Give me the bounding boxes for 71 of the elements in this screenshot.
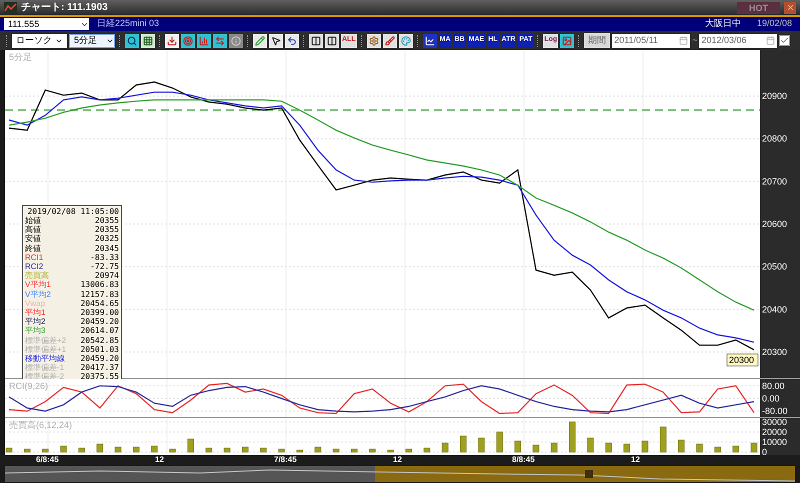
- info-value: 13006.83: [80, 280, 119, 290]
- panel-label: 5分足: [9, 52, 32, 62]
- axis-label: 20500: [762, 262, 788, 272]
- time-label: 8/8:45: [512, 455, 535, 465]
- end-date-field[interactable]: 2012/03/06: [699, 34, 778, 48]
- info-label: 高値: [25, 225, 41, 234]
- info-value: 20974: [94, 271, 119, 280]
- axis-label: 20400: [762, 304, 788, 314]
- info-value: 20542.85: [80, 336, 119, 345]
- info-label: Vwap: [25, 298, 46, 308]
- axis-label: 0: [762, 447, 768, 455]
- info-label: 標準偏差-1: [25, 363, 64, 372]
- info-value: 20417.37: [80, 363, 119, 372]
- axis-label: 20900: [762, 91, 788, 102]
- panel-label: RCI(9,26): [9, 381, 48, 391]
- instrument-name: 日経225mini 03: [97, 17, 160, 30]
- info-label: 始値: [25, 216, 41, 225]
- info-label: V平均2: [25, 290, 51, 299]
- axis-label: 20800: [762, 134, 788, 144]
- info-value: 20399.00: [80, 308, 119, 318]
- info-label: 移動平均線: [25, 354, 65, 364]
- info-value: 20501.03: [80, 344, 119, 354]
- info-value: -72.75: [90, 262, 119, 272]
- info-label: 標準偏差+2: [25, 336, 66, 345]
- info-value: 20355: [94, 225, 119, 234]
- info-label: 安値: [25, 234, 41, 244]
- info-label: 終値: [25, 244, 41, 253]
- interval-select[interactable]: 5分足: [69, 34, 115, 48]
- axis-label: 20300: [762, 346, 788, 357]
- info-label: 標準偏差+1: [25, 344, 66, 354]
- window-title: チャート: 111.1903: [21, 1, 108, 15]
- info-value: -83.33: [90, 252, 119, 262]
- info-value: 20459.20: [80, 354, 119, 364]
- info-value: 12157.83: [80, 290, 119, 299]
- axis-label: 20700: [762, 176, 788, 186]
- axis-label: 20000: [762, 426, 788, 437]
- date-label: 19/02/08: [756, 17, 792, 30]
- info-value: 20325: [94, 234, 119, 244]
- axis-label: 80.00: [762, 380, 785, 391]
- info-value: 20375.55: [80, 372, 119, 382]
- info-value: 20454.65: [80, 298, 119, 308]
- time-label: 7/8:45: [274, 455, 297, 465]
- info-value: 20459.20: [80, 317, 119, 326]
- symbol-combo[interactable]: 111.555: [4, 18, 89, 30]
- info-header: 2019/02/08 11:05:00: [26, 207, 119, 216]
- axis-label: 30000: [762, 418, 788, 427]
- time-label: 6/8:45: [36, 455, 59, 465]
- period-button[interactable]: 期間: [584, 33, 610, 48]
- start-date-field[interactable]: 2011/05/11: [612, 34, 690, 48]
- info-label: 売買高: [25, 271, 49, 280]
- session-label: 大阪日中: [704, 17, 741, 30]
- info-value: 20345: [94, 244, 119, 253]
- info-label: RCI2: [25, 262, 44, 272]
- info-label: RCI1: [25, 252, 44, 262]
- info-label: 平均1: [25, 308, 46, 318]
- time-label: 12: [155, 455, 164, 465]
- info-label: V平均1: [25, 280, 51, 290]
- axis-label: 10000: [762, 437, 788, 448]
- axis-label: -80.00: [762, 406, 788, 416]
- info-label: 平均3: [25, 326, 46, 336]
- price-tag: 20300: [726, 354, 758, 366]
- axis-label: 0.00: [762, 393, 780, 404]
- axis-label: 20600: [762, 219, 788, 230]
- time-label: 12: [393, 455, 402, 465]
- info-value: 20614.07: [80, 326, 119, 336]
- range-separator: ~: [692, 34, 698, 47]
- time-label: 12: [631, 455, 640, 465]
- info-value: 20355: [94, 216, 119, 226]
- chart-type-select[interactable]: ローソク: [12, 34, 67, 48]
- panel-label: 売買高(6,12,24): [9, 420, 72, 430]
- info-label: 平均2: [25, 317, 46, 326]
